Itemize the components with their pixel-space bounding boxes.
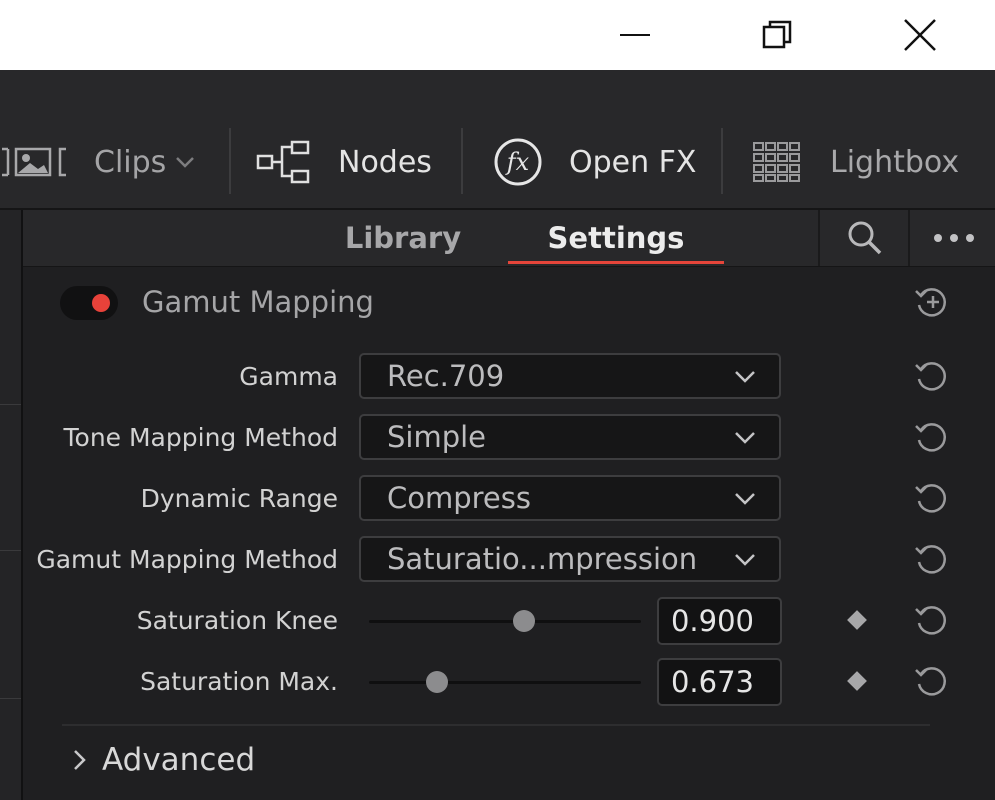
slider-thumb[interactable] [513,610,536,632]
tone-mapping-value: Simple [387,420,487,454]
search-icon [848,221,882,255]
reset-icon[interactable] [912,479,950,517]
reset-icon[interactable] [912,540,950,578]
more-options-icon [933,234,974,242]
gamut-method-select[interactable]: Saturatio...mpression [359,536,781,582]
saturation-knee-input[interactable]: 0.900 [657,597,782,645]
section-title: Gamut Mapping [142,285,374,319]
panel-tabs: Library Settings [23,210,995,267]
saturation-max-label: Saturation Max. [140,667,338,696]
close-button[interactable] [895,10,945,60]
openfx-label: Open FX [569,144,697,180]
settings-panel [23,267,995,800]
clips-icon [2,147,66,177]
section-divider [62,724,930,726]
tone-mapping-select[interactable]: Simple [359,414,781,460]
saturation-knee-slider[interactable] [369,606,641,636]
gamma-value: Rec.709 [387,359,505,393]
tab-library[interactable]: Library [343,210,463,266]
slider-track [369,620,641,623]
reset-icon[interactable] [912,601,950,639]
restore-button[interactable] [752,10,802,60]
saturation-max-input[interactable]: 0.673 [657,658,782,706]
chevron-down-icon [176,157,195,168]
lightbox-label: Lightbox [830,144,960,180]
nodes-icon [256,140,310,184]
slider-track [369,681,641,684]
saturation-knee-label: Saturation Knee [136,606,338,635]
reset-all-icon[interactable] [912,283,950,321]
chevron-down-icon [735,371,755,383]
reset-icon[interactable] [912,662,950,700]
svg-text:fx: fx [505,148,530,176]
grid-icon [753,142,800,182]
nodes-label: Nodes [338,144,432,180]
chevron-down-icon [735,554,755,566]
close-icon [904,19,936,51]
advanced-expander[interactable]: Advanced [70,738,255,782]
window-titlebar [0,0,995,70]
search-button[interactable] [818,210,910,266]
toolbar-separator [229,128,231,194]
gamut-method-value: Saturatio...mpression [387,542,698,576]
toolbar-separator [461,128,463,194]
saturation-max-slider[interactable] [369,667,641,697]
nodes-button[interactable]: Nodes [256,132,432,192]
minimize-icon [620,34,650,36]
dynamic-range-select[interactable]: Compress [359,475,781,521]
chevron-down-icon [735,432,755,444]
chevron-down-icon [735,493,755,505]
dynamic-range-label: Dynamic Range [140,484,338,513]
toggle-knob [92,294,110,312]
chevron-right-icon [74,750,86,770]
lightbox-button[interactable]: Lightbox [752,132,959,192]
minimize-button[interactable] [610,10,660,60]
fx-icon: fx [494,138,542,186]
tone-mapping-label: Tone Mapping Method [63,423,339,452]
toolbar-separator [721,128,723,194]
reset-icon[interactable] [912,357,950,395]
reset-icon[interactable] [912,418,950,456]
clips-button[interactable]: Clips [0,132,196,192]
more-options-button[interactable] [908,210,995,266]
advanced-label: Advanced [102,742,256,778]
dynamic-range-value: Compress [387,481,531,515]
clips-label: Clips [94,144,167,180]
gamma-select[interactable]: Rec.709 [359,353,781,399]
left-panel-edge [0,210,23,800]
gamma-label: Gamma [239,362,338,391]
tab-settings[interactable]: Settings [508,210,724,266]
openfx-button[interactable]: fx Open FX [493,132,696,192]
restore-icon [762,20,792,49]
gamut-mapping-toggle[interactable] [60,286,118,320]
slider-thumb[interactable] [426,671,448,693]
gamut-method-label: Gamut Mapping Method [36,545,338,574]
